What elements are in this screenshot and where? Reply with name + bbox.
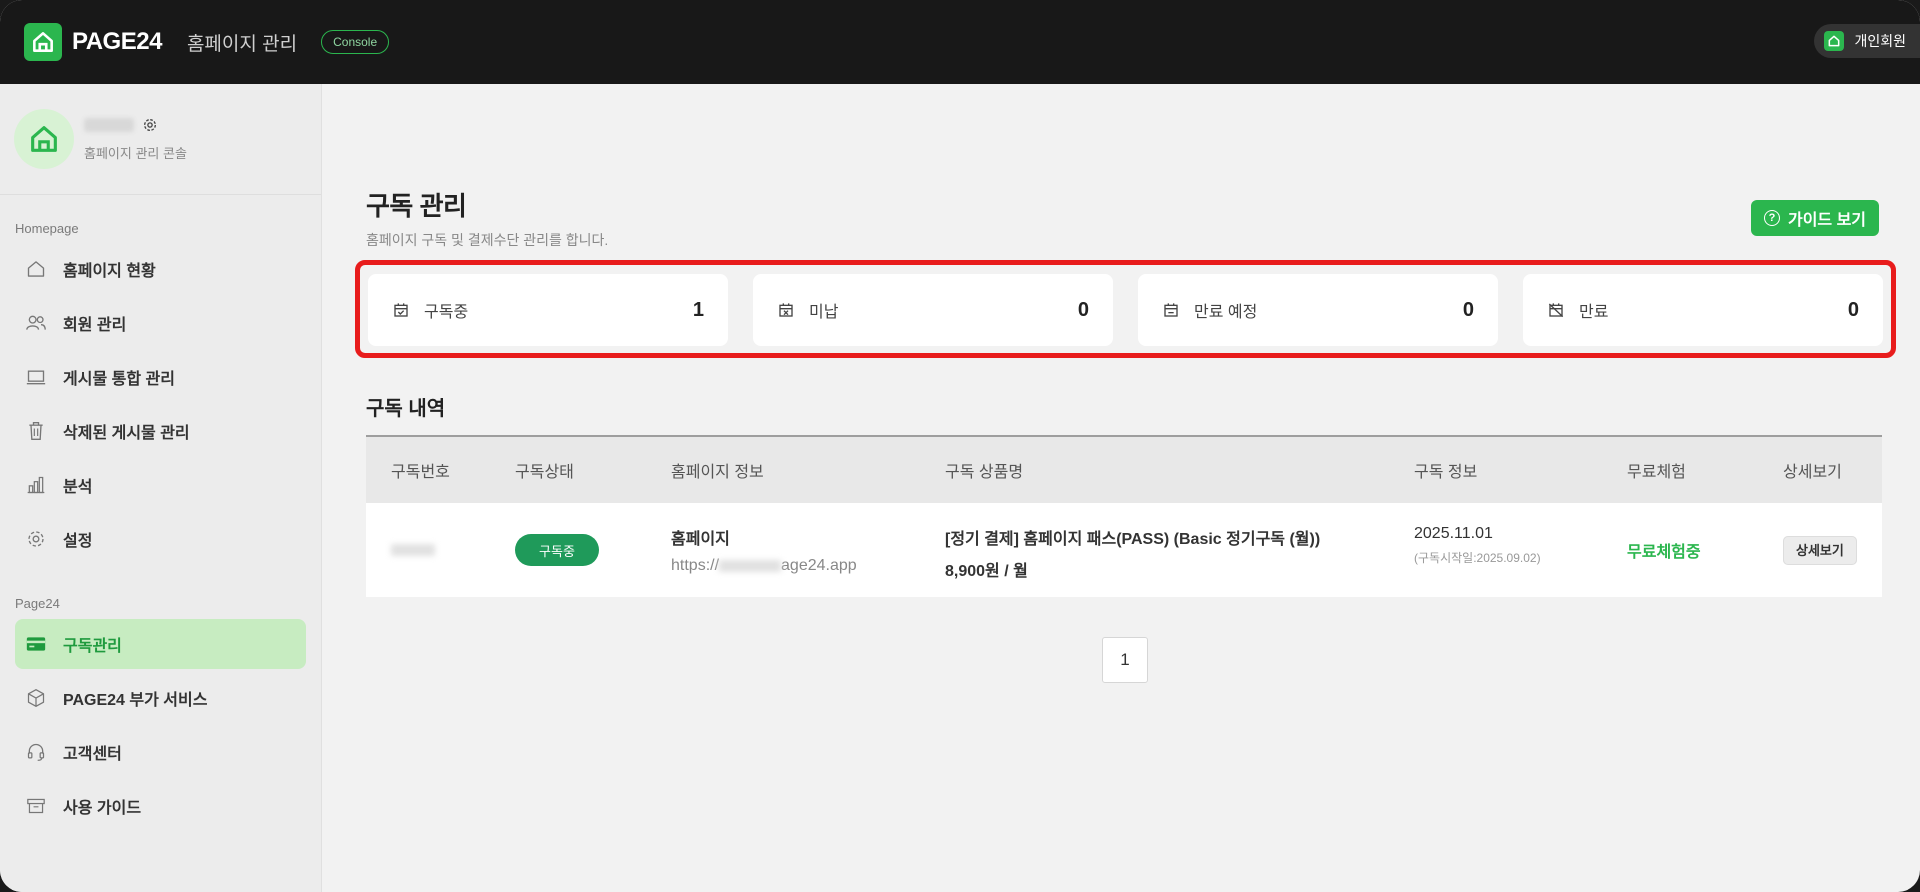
sidebar: 홈페이지 관리 콘솔 Homepage 홈페이지 현황 회원 관리 게시물 통합… bbox=[0, 84, 322, 892]
detail-button[interactable]: 상세보기 bbox=[1783, 536, 1857, 565]
column-header: 구독번호 bbox=[391, 464, 450, 481]
stat-value: 0 bbox=[1462, 298, 1474, 321]
home-icon bbox=[25, 258, 47, 280]
stat-label: 만료 bbox=[1579, 304, 1609, 321]
table-header: 구독번호 구독상태 홈페이지 정보 구독 상품명 구독 정보 무료체험 상세보기 bbox=[366, 435, 1882, 503]
profile-settings-icon[interactable] bbox=[142, 117, 158, 133]
column-header: 홈페이지 정보 bbox=[671, 464, 764, 481]
top-bar: PAGE24 홈페이지 관리 Console 개인회원 bbox=[0, 0, 1920, 84]
pagination-page-1[interactable]: 1 bbox=[1102, 637, 1148, 683]
sidebar-item-support[interactable]: 고객센터 bbox=[15, 727, 306, 777]
headset-icon bbox=[25, 741, 47, 763]
users-icon bbox=[25, 312, 47, 334]
sidebar-item-label: 분석 bbox=[63, 479, 93, 496]
stat-card-active[interactable]: 구독중 1 bbox=[368, 274, 728, 346]
stat-label: 미납 bbox=[809, 304, 839, 321]
subscription-table: 구독번호 구독상태 홈페이지 정보 구독 상품명 구독 정보 무료체험 상세보기… bbox=[366, 435, 1882, 597]
profile-subtitle: 홈페이지 관리 콘솔 bbox=[84, 145, 187, 161]
sidebar-item-posts[interactable]: 게시물 통합 관리 bbox=[15, 352, 306, 402]
calendar-x-icon bbox=[777, 301, 795, 319]
brand-name: PAGE24 bbox=[72, 28, 162, 55]
sidebar-item-deleted-posts[interactable]: 삭제된 게시물 관리 bbox=[15, 406, 306, 456]
user-logo-icon bbox=[1824, 31, 1845, 51]
bar-chart-icon bbox=[25, 474, 47, 496]
sidebar-item-members[interactable]: 회원 관리 bbox=[15, 298, 306, 348]
calendar-off-icon bbox=[1547, 301, 1565, 319]
guide-button-label: 가이드 보기 bbox=[1787, 212, 1867, 229]
trash-icon bbox=[25, 420, 47, 442]
sidebar-item-addon-services[interactable]: PAGE24 부가 서비스 bbox=[15, 673, 306, 723]
column-header: 구독 상품명 bbox=[945, 464, 1024, 481]
column-header: 구독상태 bbox=[515, 464, 574, 481]
stat-value: 1 bbox=[692, 298, 704, 321]
user-type-label: 개인회원 bbox=[1854, 33, 1906, 49]
status-badge: 구독중 bbox=[515, 534, 599, 566]
home-avatar-icon bbox=[31, 126, 57, 152]
stat-label: 구독중 bbox=[424, 304, 469, 321]
product-name: [정기 결제] 홈페이지 패스(PASS) (Basic 정기구독 (월)) bbox=[945, 531, 1321, 548]
archive-icon bbox=[25, 795, 47, 817]
product-info: [정기 결제] 홈페이지 패스(PASS) (Basic 정기구독 (월)) 8… bbox=[945, 525, 1320, 581]
homepage-url[interactable]: https://age24.app bbox=[671, 557, 857, 575]
calendar-check-icon bbox=[392, 301, 410, 319]
sidebar-item-label: 회원 관리 bbox=[63, 317, 127, 334]
column-header: 상세보기 bbox=[1783, 464, 1842, 481]
sidebar-item-homepage-status[interactable]: 홈페이지 현황 bbox=[15, 244, 306, 294]
user-menu[interactable]: 개인회원 bbox=[1814, 24, 1920, 58]
sidebar-item-label: PAGE24 부가 서비스 bbox=[63, 692, 208, 709]
stat-card-unpaid[interactable]: 미납 0 bbox=[753, 274, 1113, 346]
stat-value: 0 bbox=[1847, 298, 1859, 321]
subscription-start-note: (구독시작일:2025.09.02) bbox=[1414, 551, 1541, 565]
free-trial-status: 무료체험중 bbox=[1627, 544, 1701, 561]
card-icon bbox=[25, 633, 47, 655]
sidebar-item-label: 설정 bbox=[63, 533, 93, 550]
sidebar-item-label: 삭제된 게시물 관리 bbox=[63, 425, 190, 442]
sidebar-item-label: 구독관리 bbox=[63, 638, 122, 655]
stat-card-expiring[interactable]: 만료 예정 0 bbox=[1138, 274, 1498, 346]
page24-logo[interactable] bbox=[24, 23, 62, 61]
stat-card-expired[interactable]: 만료 0 bbox=[1523, 274, 1883, 346]
page-subtitle: 홈페이지 구독 및 결제수단 관리를 합니다. bbox=[366, 232, 609, 248]
section-label-homepage: Homepage bbox=[15, 221, 79, 236]
history-title: 구독 내역 bbox=[366, 398, 446, 420]
homepage-info: 홈페이지 https://age24.app bbox=[671, 525, 857, 575]
avatar bbox=[14, 109, 74, 169]
subscription-number-redacted bbox=[391, 541, 435, 559]
stats-highlight-box: 구독중 1 미납 0 만료 예정 0 만료 0 bbox=[355, 260, 1896, 358]
app-title: 홈페이지 관리 bbox=[186, 33, 298, 55]
page-title: 구독 관리 bbox=[366, 191, 467, 221]
sidebar-item-label: 게시물 통합 관리 bbox=[63, 371, 175, 388]
sidebar-item-label: 사용 가이드 bbox=[63, 800, 142, 817]
calendar-minus-icon bbox=[1162, 301, 1180, 319]
profile-panel: 홈페이지 관리 콘솔 bbox=[0, 84, 321, 195]
sidebar-item-user-guide[interactable]: 사용 가이드 bbox=[15, 781, 306, 831]
section-label-page24: Page24 bbox=[15, 596, 60, 611]
homepage-name: 홈페이지 bbox=[671, 531, 730, 548]
sidebar-item-label: 고객센터 bbox=[63, 746, 122, 763]
app-window: PAGE24 홈페이지 관리 Console 개인회원 홈페이지 관리 콘솔 H… bbox=[0, 0, 1920, 892]
main-content: 구독 관리 홈페이지 구독 및 결제수단 관리를 합니다. ? 가이드 보기 구… bbox=[322, 84, 1920, 892]
table-row[interactable]: 구독중 홈페이지 https://age24.app [정기 결제] 홈페이지 … bbox=[366, 503, 1882, 597]
home-logo-icon bbox=[33, 32, 53, 52]
box-icon bbox=[25, 687, 47, 709]
stat-value: 0 bbox=[1077, 298, 1089, 321]
guide-button[interactable]: ? 가이드 보기 bbox=[1751, 200, 1879, 236]
laptop-icon bbox=[25, 366, 47, 388]
stat-label: 만료 예정 bbox=[1194, 304, 1258, 321]
product-price: 8,900원 / 월 bbox=[945, 563, 1028, 580]
sidebar-item-analytics[interactable]: 분석 bbox=[15, 460, 306, 510]
subscription-info: 2025.11.01 (구독시작일:2025.09.02) bbox=[1414, 525, 1541, 566]
subscription-date: 2025.11.01 bbox=[1414, 525, 1493, 542]
profile-name-redacted bbox=[84, 117, 134, 132]
sidebar-item-subscription[interactable]: 구독관리 bbox=[15, 619, 306, 669]
console-badge: Console bbox=[321, 30, 390, 54]
sidebar-item-settings[interactable]: 설정 bbox=[15, 514, 306, 564]
column-header: 구독 정보 bbox=[1414, 464, 1478, 481]
column-header: 무료체험 bbox=[1627, 464, 1686, 481]
gear-icon bbox=[25, 528, 47, 550]
sidebar-item-label: 홈페이지 현황 bbox=[63, 263, 156, 280]
url-redacted bbox=[719, 559, 782, 572]
question-icon: ? bbox=[1763, 210, 1780, 226]
